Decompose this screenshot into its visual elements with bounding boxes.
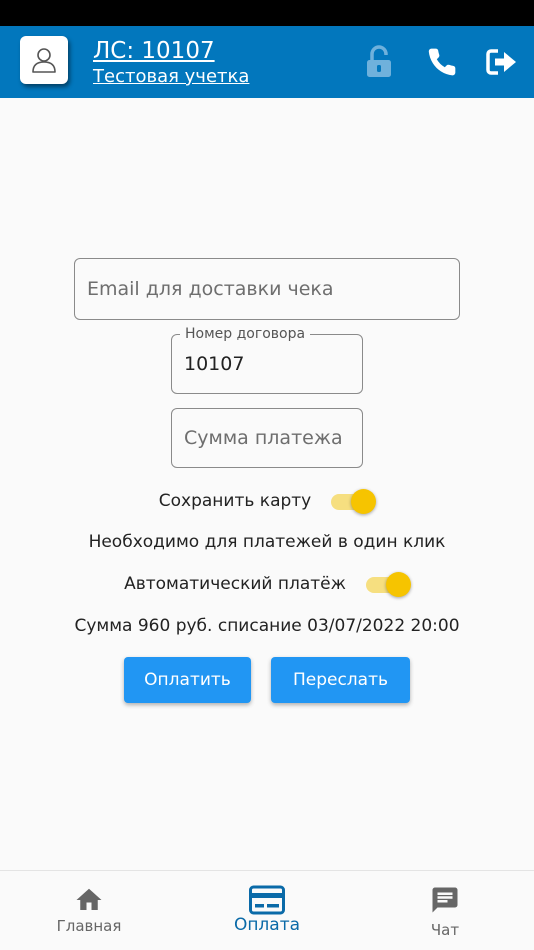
nav-label-payment: Оплата — [233, 915, 301, 935]
lock-open-icon — [367, 45, 391, 77]
status-bar — [0, 0, 534, 26]
call-button[interactable] — [424, 44, 460, 80]
user-icon — [32, 48, 56, 73]
autopay-row: Автоматический платёж — [0, 569, 534, 599]
phone-icon — [428, 48, 456, 76]
save-card-row: Сохранить карту — [0, 486, 534, 516]
logout-icon — [486, 49, 516, 75]
account-name[interactable]: Тестовая учетка — [93, 65, 249, 89]
contract-input[interactable] — [172, 335, 362, 393]
forward-button[interactable]: Переслать — [271, 657, 410, 703]
chat-icon — [432, 887, 458, 913]
app-bar: ЛС: 10107 Тестовая учетка — [0, 26, 534, 98]
pay-button[interactable]: Оплатить — [124, 657, 251, 703]
account-number[interactable]: ЛС: 10107 — [93, 38, 249, 64]
nav-label-chat: Чат — [430, 921, 460, 939]
email-field[interactable] — [74, 258, 460, 320]
account-info[interactable]: ЛС: 10107 Тестовая учетка — [93, 38, 249, 89]
autopay-label: Автоматический платёж — [124, 574, 346, 594]
autopay-toggle[interactable] — [364, 570, 411, 598]
schedule-note-row: Сумма 960 руб. списание 03/07/2022 20:00 — [0, 613, 534, 639]
nav-item-chat[interactable]: Чат — [400, 871, 490, 950]
lock-button[interactable] — [362, 44, 396, 80]
schedule-note: Сумма 960 руб. списание 03/07/2022 20:00 — [74, 616, 460, 636]
one-click-note-row: Необходимо для платежей в один клик — [0, 529, 534, 555]
toggle-thumb — [351, 489, 377, 514]
amount-input[interactable] — [172, 409, 362, 467]
bottom-nav: Главная Оплата Чат — [0, 870, 534, 950]
contract-label: Номер договора — [180, 325, 311, 343]
save-card-toggle[interactable] — [329, 487, 377, 515]
logout-button[interactable] — [484, 44, 520, 80]
email-input[interactable] — [75, 259, 459, 319]
avatar[interactable] — [20, 36, 68, 84]
payment-form: Номер договора Сохранить карту Необходим… — [0, 98, 534, 870]
home-icon — [76, 888, 102, 910]
amount-field[interactable] — [171, 408, 363, 468]
save-card-label: Сохранить карту — [158, 491, 312, 511]
nav-item-payment[interactable]: Оплата — [222, 871, 312, 950]
contract-field[interactable]: Номер договора — [171, 325, 363, 394]
toggle-thumb — [385, 572, 411, 597]
credit-card-icon — [249, 885, 285, 915]
one-click-note: Необходимо для платежей в один клик — [88, 532, 446, 552]
nav-item-home[interactable]: Главная — [44, 871, 134, 950]
nav-label-home: Главная — [56, 917, 122, 935]
